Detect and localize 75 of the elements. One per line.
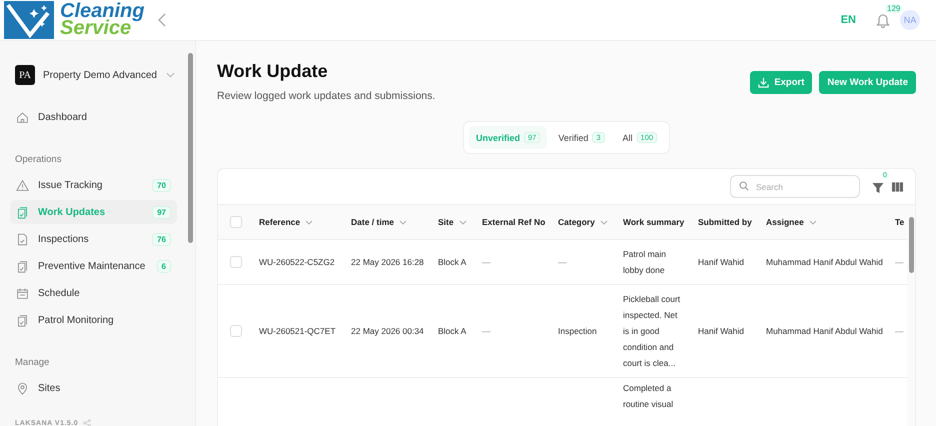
home-icon: [16, 110, 29, 124]
table-cell: Inspection: [558, 326, 597, 336]
property-selector[interactable]: PA Property Demo Advanced: [10, 65, 177, 85]
table-cell: 22 May 2026 16:28: [351, 257, 424, 267]
clipboard-icon: [16, 260, 29, 272]
page-subtitle: Review logged work updates and submissions.: [217, 90, 436, 102]
table-cell: WU-260522-C5ZG2: [259, 257, 335, 267]
column-header[interactable]: Reference: [251, 209, 343, 235]
select-all-checkbox[interactable]: [230, 216, 242, 228]
column-header[interactable]: Te: [895, 209, 907, 235]
table-cell: Muhammad Hanif Abdul Wahid: [766, 257, 883, 267]
column-header[interactable]: Date / time: [343, 209, 430, 235]
search-field[interactable]: Search: [730, 175, 860, 198]
table-cell: Hanif Wahid: [698, 326, 744, 336]
nav-item[interactable]: Issue Tracking 70: [10, 173, 177, 197]
table-cell: WU-260521-QC7ET: [259, 326, 336, 336]
table-cell: —: [895, 257, 904, 267]
table-cell: —: [895, 326, 904, 336]
sort-chevron-icon[interactable]: [458, 220, 467, 224]
document-icon: [16, 232, 29, 246]
logo-wordmark: Cleaning: [60, 3, 144, 20]
column-header[interactable]: Work summary: [615, 211, 690, 233]
location-pin-icon: [16, 382, 29, 394]
count-badge: 76: [152, 232, 171, 246]
count-badge: 6: [156, 260, 171, 272]
nav-item[interactable]: Patrol Monitoring: [10, 308, 177, 332]
column-header[interactable]: Assignee: [758, 209, 895, 235]
table-cell-text: Patrol main lobby done: [623, 248, 667, 277]
collapse-chevron-icon[interactable]: [158, 13, 166, 27]
table-cell: 22 May 2026 00:34: [351, 326, 424, 336]
share-icon: [83, 419, 92, 426]
row-checkbox[interactable]: [230, 256, 242, 268]
column-header[interactable]: Category: [550, 209, 615, 235]
filter-icon[interactable]: [872, 182, 884, 194]
property-name: Property Demo Advanced: [43, 70, 158, 80]
table-cell: Muhammad Hanif Abdul Wahid: [766, 326, 883, 336]
nav-item[interactable]: Dashboard: [10, 105, 177, 129]
sort-chevron-icon[interactable]: [305, 220, 314, 224]
table-cell: —: [482, 326, 490, 336]
nav-item[interactable]: Schedule: [10, 281, 177, 305]
column-header[interactable]: Site: [430, 209, 474, 235]
scrollbar[interactable]: [907, 205, 915, 426]
nav-section-title: Manage: [14, 357, 50, 368]
property-initials: PA: [15, 65, 35, 85]
table-cell: Hanif Wahid: [698, 257, 744, 267]
clipboard-icon: [16, 314, 29, 326]
table-cell-text: Completed a routine visual: [623, 382, 674, 411]
table-cell: Block A: [438, 326, 466, 336]
nav-item[interactable]: Inspections 76: [10, 227, 177, 251]
clipboard-icon: [16, 206, 29, 218]
calendar-icon: [16, 286, 29, 300]
search-icon: [739, 181, 749, 191]
warning-icon: [16, 178, 29, 192]
columns-icon[interactable]: [892, 182, 903, 192]
count-badge: 97: [152, 206, 171, 218]
sort-chevron-icon[interactable]: [399, 220, 407, 224]
row-checkbox[interactable]: [230, 325, 242, 337]
sort-chevron-icon[interactable]: [600, 220, 608, 224]
download-icon: [758, 77, 770, 88]
page-title: Work Update: [217, 61, 329, 82]
column-header[interactable]: Submitted by: [690, 209, 758, 235]
notification-badge: 129: [885, 4, 902, 13]
nav-section-title: Operations: [14, 154, 62, 165]
chevron-down-icon: [166, 72, 175, 78]
nav-item[interactable]: Sites: [10, 376, 177, 400]
bell-icon[interactable]: [876, 12, 890, 28]
column-header[interactable]: External Ref No: [474, 209, 550, 235]
table-cell: —: [558, 257, 566, 267]
count-badge: 70: [152, 178, 171, 192]
table-cell: Block A: [438, 257, 466, 267]
sort-chevron-icon[interactable]: [808, 220, 817, 224]
logo-wordmark: Service: [60, 20, 132, 37]
table-cell: —: [482, 257, 490, 267]
nav-item[interactable]: Preventive Maintenance 6: [10, 254, 177, 278]
table-cell-text: Pickleball court inspected. Net is in good condition and court is clea...: [623, 293, 682, 370]
